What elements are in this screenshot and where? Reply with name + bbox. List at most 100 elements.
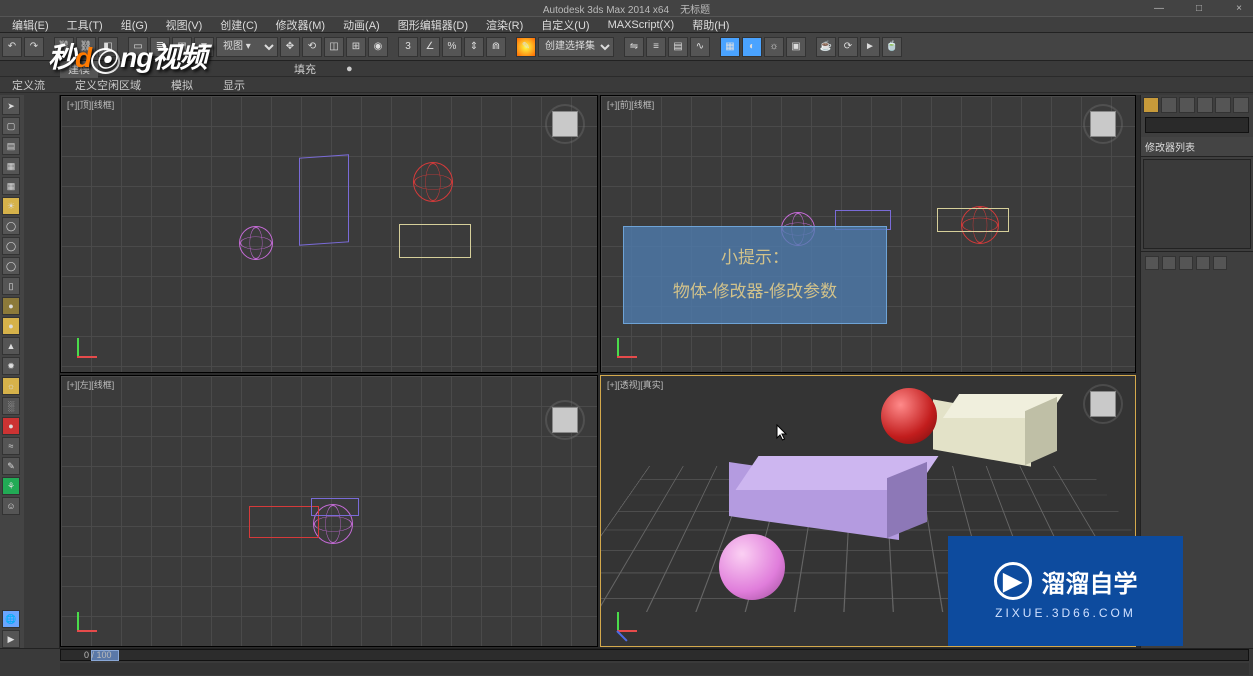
cmd-list-icon[interactable]: ▤ [2,137,20,155]
spinner-snap-icon[interactable]: ⇕ [464,37,484,57]
viewport-top[interactable]: [+][顶][线框] [60,95,598,373]
tab-display-icon[interactable] [1215,97,1231,113]
render-last-icon[interactable]: ► [860,37,880,57]
cmd-man-icon[interactable]: ☺ [2,497,20,515]
time-slider-track[interactable] [60,649,1249,661]
modifier-stack[interactable] [1143,159,1251,249]
tab-hierarchy-icon[interactable] [1179,97,1195,113]
tab-utilities-icon[interactable] [1233,97,1249,113]
refsys-icon[interactable]: ⊞ [346,37,366,57]
menu-tools[interactable]: 工具(T) [59,16,111,34]
schematic-icon[interactable]: ▦ [720,37,740,57]
menu-edit[interactable]: 编辑(E) [4,16,57,34]
ribbon-sub-simulate[interactable]: 模拟 [163,76,201,94]
cmd-torus3-icon[interactable]: ◯ [2,257,20,275]
obj-box-purple-l[interactable] [311,498,359,516]
menu-maxscript[interactable]: MAXScript(X) [600,18,683,32]
viewcube-persp[interactable] [1083,384,1123,424]
menu-animation[interactable]: 动画(A) [335,16,388,34]
render-prod-icon[interactable]: ☕ [816,37,836,57]
rotate-icon[interactable]: ⟲ [302,37,322,57]
unique-icon[interactable] [1179,256,1193,270]
align-icon[interactable]: ≡ [646,37,666,57]
move-icon[interactable]: ✥ [280,37,300,57]
remove-icon[interactable] [1196,256,1210,270]
minimize-button[interactable]: — [1149,3,1169,14]
cmd-sphere-icon[interactable]: ● [2,297,20,315]
menu-render[interactable]: 渲染(R) [478,16,531,34]
scale-icon[interactable]: ◫ [324,37,344,57]
cmd-torus-icon[interactable]: ◯ [2,217,20,235]
obj-box-beige-3d[interactable] [933,394,1063,470]
viewcube-left[interactable] [545,400,585,440]
cmd-cone-icon[interactable]: ▲ [2,337,20,355]
tab-motion-icon[interactable] [1197,97,1213,113]
obj-sphere-red[interactable] [413,162,453,202]
show-end-icon[interactable] [1162,256,1176,270]
cmd-torus2-icon[interactable]: ◯ [2,237,20,255]
obj-sphere-pink-3d[interactable] [719,534,785,600]
layers-icon[interactable]: ▤ [668,37,688,57]
selection-set-dropdown[interactable]: 创建选择集 [538,37,614,57]
cmd-grid-icon[interactable]: ▦ [2,157,20,175]
viewcube-top[interactable] [545,104,585,144]
ribbon-tab-fill[interactable]: 填充 [286,60,324,78]
material-icon[interactable]: ◐ [742,37,762,57]
close-button[interactable]: × [1229,3,1249,14]
tab-modify-icon[interactable] [1161,97,1177,113]
percent-snap-icon[interactable]: % [442,37,462,57]
cmd-rain-icon[interactable]: ░ [2,397,20,415]
obj-box-beige-f[interactable] [937,208,1009,232]
obj-sphere-purple[interactable] [239,226,273,260]
obj-box-beige[interactable] [399,224,471,258]
menu-modifiers[interactable]: 修改器(M) [268,16,334,34]
config-icon[interactable] [1213,256,1227,270]
render-frame-icon[interactable]: ▣ [786,37,806,57]
angle-snap-icon[interactable]: ∠ [420,37,440,57]
viewport-front[interactable]: [+][前][线框] 小提示： 物体-修改器-修改参数 [600,95,1136,373]
snap3-icon[interactable]: 3 [398,37,418,57]
cmd-light2-icon[interactable]: ☼ [2,377,20,395]
ribbon-camera-icon[interactable]: ● [338,62,361,76]
cmd-sphere2-icon[interactable]: ● [2,317,20,335]
teapot-icon[interactable]: 🍵 [882,37,902,57]
cmd-brush-icon[interactable]: ✎ [2,457,20,475]
ribbon-sub-define-flow[interactable]: 定义流 [4,76,53,94]
render-setup-icon[interactable]: ☼ [764,37,784,57]
render-iter-icon[interactable]: ⟳ [838,37,858,57]
cmd-globe-icon[interactable]: 🌐 [2,610,20,628]
viewport-left[interactable]: [+][左][线框] [60,375,598,647]
cmd-cyl-icon[interactable]: ▯ [2,277,20,295]
modifier-list-label[interactable]: 修改器列表 [1141,137,1253,157]
cmd-arrow-icon[interactable]: ➤ [2,97,20,115]
mirror-icon[interactable]: ⇋ [624,37,644,57]
redo-icon[interactable]: ↷ [24,37,44,57]
obj-sphere-red-3d[interactable] [881,388,937,444]
ribbon-sub-define-idle[interactable]: 定义空闲区域 [67,76,149,94]
obj-box-purple-3d[interactable] [729,456,929,546]
cmd-sun-icon[interactable]: ✹ [2,357,20,375]
menu-help[interactable]: 帮助(H) [684,16,737,34]
center-icon[interactable]: ◉ [368,37,388,57]
pin-stack-icon[interactable] [1145,256,1159,270]
menu-views[interactable]: 视图(V) [158,16,211,34]
maximize-button[interactable]: □ [1189,3,1209,14]
viewcube-front[interactable] [1083,104,1123,144]
named-sel-icon[interactable]: ✎ [516,37,536,57]
obj-box-red-l[interactable] [249,506,319,538]
cmd-red-icon[interactable]: ● [2,417,20,435]
menu-graph[interactable]: 图形编辑器(D) [390,16,476,34]
tab-create-icon[interactable] [1143,97,1159,113]
cmd-grid2-icon[interactable]: ▦ [2,177,20,195]
cmd-wave-icon[interactable]: ≈ [2,437,20,455]
menu-group[interactable]: 组(G) [113,16,156,34]
menu-customize[interactable]: 自定义(U) [533,16,597,34]
cmd-light-icon[interactable]: ☀ [2,197,20,215]
undo-icon[interactable]: ↶ [2,37,22,57]
magnet-icon[interactable]: ⋒ [486,37,506,57]
time-ruler[interactable] [60,663,1249,675]
cmd-box-icon[interactable]: ▢ [2,117,20,135]
obj-box-purple[interactable] [299,154,349,245]
object-name-field[interactable] [1145,117,1249,133]
ribbon-sub-display[interactable]: 显示 [215,76,253,94]
